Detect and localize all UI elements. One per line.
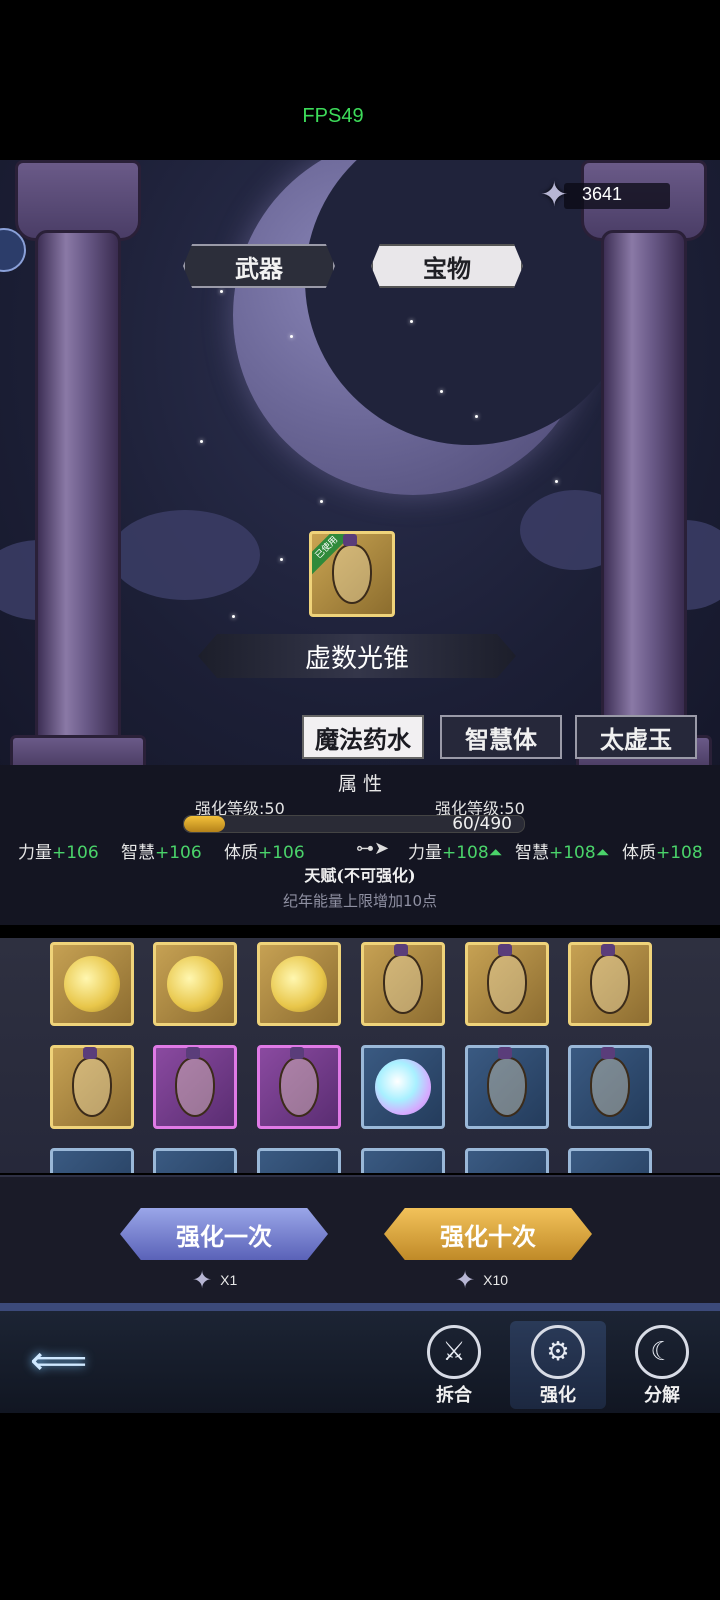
inventory-slot[interactable] bbox=[257, 942, 341, 1026]
inventory-slot[interactable] bbox=[257, 1045, 341, 1129]
back-arrow-icon[interactable]: ⟸ bbox=[30, 1341, 114, 1381]
star bbox=[475, 415, 478, 418]
progress-fill bbox=[184, 816, 226, 832]
star bbox=[232, 615, 235, 618]
right-pillar bbox=[576, 160, 712, 780]
attr-next-wisdom: 智慧+108⏶ bbox=[515, 843, 610, 863]
star-icon: ✦ bbox=[540, 175, 569, 215]
enhance-gear-icon: ⚙ bbox=[531, 1325, 585, 1379]
subtab-wisdom-body[interactable]: 智慧体 bbox=[440, 715, 562, 759]
talent-description: 纪年能量上限增加10点 bbox=[282, 892, 438, 910]
inventory-slot[interactable] bbox=[50, 942, 134, 1026]
star bbox=[290, 335, 293, 338]
potion-icon bbox=[487, 944, 527, 1014]
attribute-row: 力量+106 智慧+106 体质+106 ⊶➤ 力量+108⏶ 智慧+108⏶ … bbox=[18, 838, 720, 863]
nav-label: 分解 bbox=[644, 1385, 680, 1406]
arrow-right-icon: ⊶➤ bbox=[356, 838, 390, 859]
star bbox=[200, 440, 203, 443]
star bbox=[440, 390, 443, 393]
subtab-taixu-jade[interactable]: 太虚玉 bbox=[575, 715, 697, 759]
star bbox=[555, 480, 558, 483]
inventory-slot[interactable] bbox=[568, 1045, 652, 1129]
inventory-slot[interactable] bbox=[568, 1148, 652, 1173]
inventory-slot[interactable] bbox=[465, 1045, 549, 1129]
nav-label: 拆合 bbox=[436, 1385, 472, 1406]
golden-orb-icon bbox=[167, 956, 223, 1012]
golden-orb-icon bbox=[271, 956, 327, 1012]
star-icon: ✦ bbox=[192, 1266, 213, 1294]
decompose-icon: ☾ bbox=[635, 1325, 689, 1379]
fps-counter: FPS49 bbox=[302, 105, 364, 127]
subtab-magic-potion[interactable]: 魔法药水 bbox=[302, 715, 424, 759]
progress-text: 60/490 bbox=[452, 814, 512, 834]
tab-weapons[interactable]: 武器 bbox=[183, 244, 335, 288]
potion-icon bbox=[72, 1047, 112, 1117]
nav-disassemble[interactable]: ⚔ 拆合 bbox=[406, 1321, 502, 1409]
stats-panel: 属 性 强化等级:50 强化等级:50 60/490 力量+106 智慧+106… bbox=[0, 765, 720, 925]
attr-next-strength: 力量+108⏶ bbox=[408, 843, 503, 863]
inventory-slot[interactable] bbox=[465, 1148, 549, 1173]
item-name-banner: 虚数光锥 bbox=[198, 634, 516, 678]
attr-current-wisdom: 智慧+106 bbox=[121, 843, 202, 863]
star-icon: ✦ bbox=[455, 1266, 476, 1294]
attr-current-strength: 力量+106 bbox=[18, 843, 99, 863]
item-grid[interactable] bbox=[0, 938, 720, 1173]
tab-treasures[interactable]: 宝物 bbox=[371, 244, 523, 288]
potion-icon bbox=[590, 944, 630, 1014]
enhance-ten-button[interactable]: 强化十次 bbox=[384, 1208, 592, 1260]
star bbox=[220, 290, 223, 293]
inventory-slot[interactable] bbox=[361, 1148, 445, 1173]
potion-icon bbox=[487, 1047, 527, 1117]
progress-bar: 60/490 bbox=[183, 814, 525, 834]
potion-icon bbox=[175, 1047, 215, 1117]
nav-enhance[interactable]: ⚙ 强化 bbox=[510, 1321, 606, 1409]
currency-display: ✦ 3641 bbox=[540, 175, 672, 215]
star bbox=[280, 558, 283, 561]
enhance-once-button[interactable]: 强化一次 bbox=[120, 1208, 328, 1260]
background-scene bbox=[0, 160, 720, 780]
inventory-slot[interactable] bbox=[465, 942, 549, 1026]
divider bbox=[0, 1303, 720, 1311]
bottom-nav: ⟸ ⚔ 拆合 ⚙ 强化 ☾ 分解 bbox=[0, 1311, 720, 1413]
left-pillar bbox=[10, 160, 146, 780]
golden-orb-icon bbox=[64, 956, 120, 1012]
nav-label: 强化 bbox=[540, 1385, 576, 1406]
attr-current-constitution: 体质+106 bbox=[224, 843, 305, 863]
disassemble-icon: ⚔ bbox=[427, 1325, 481, 1379]
inventory-slot[interactable] bbox=[568, 942, 652, 1026]
inventory-slot[interactable] bbox=[153, 1045, 237, 1129]
potion-icon bbox=[590, 1047, 630, 1117]
inventory-slot[interactable] bbox=[361, 1045, 445, 1129]
currency-value: 3641 bbox=[582, 184, 623, 204]
potion-icon bbox=[279, 1047, 319, 1117]
inventory-slot[interactable] bbox=[153, 1148, 237, 1173]
potion-icon bbox=[383, 944, 423, 1014]
enhance-ten-cost: ✦ X10 bbox=[455, 1266, 509, 1294]
action-panel bbox=[0, 1175, 720, 1305]
inventory-slot[interactable] bbox=[50, 1045, 134, 1129]
enhance-once-cost: ✦ X1 bbox=[192, 1266, 238, 1294]
rainbow-orb-icon bbox=[375, 1059, 431, 1115]
inventory-slot[interactable] bbox=[361, 942, 445, 1026]
potion-icon bbox=[332, 534, 372, 604]
talent-title: 天赋(不可强化) bbox=[304, 866, 416, 885]
stats-title: 属 性 bbox=[337, 773, 383, 795]
item-name: 虚数光锥 bbox=[304, 643, 409, 674]
inventory-slot[interactable] bbox=[257, 1148, 341, 1173]
nav-decompose[interactable]: ☾ 分解 bbox=[614, 1321, 710, 1409]
featured-item-slot[interactable]: 已使用 bbox=[309, 531, 395, 617]
up-arrow-icon: ⏶ bbox=[488, 843, 503, 863]
star bbox=[320, 500, 323, 503]
inventory-slot[interactable] bbox=[153, 942, 237, 1026]
star bbox=[410, 320, 413, 323]
inventory-slot[interactable] bbox=[50, 1148, 134, 1173]
up-arrow-icon: ⏶ bbox=[595, 843, 610, 863]
attr-next-constitution: 体质+108 bbox=[622, 843, 703, 863]
